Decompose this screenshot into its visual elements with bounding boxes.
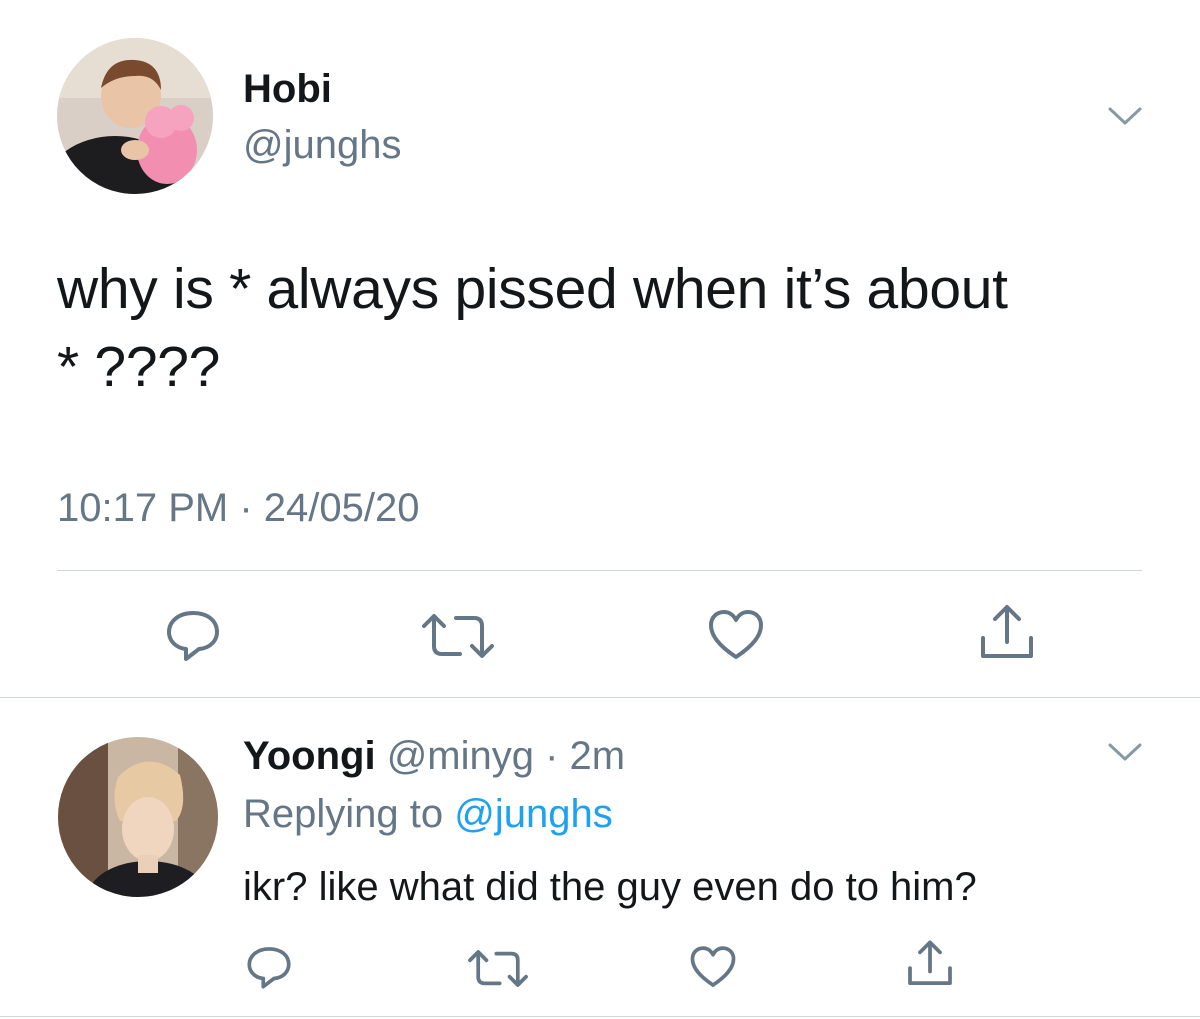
tweet-text: why is * always pissed when it’s about *… bbox=[57, 250, 1157, 406]
separator-dot: · bbox=[534, 734, 570, 778]
replying-to: Replying to @junghs bbox=[243, 790, 613, 838]
replying-to-mention[interactable]: @junghs bbox=[454, 792, 612, 836]
share-icon[interactable] bbox=[977, 602, 1037, 664]
reply-author-display-name[interactable]: Yoongi bbox=[243, 734, 376, 778]
reply-text: ikr? like what did the guy even do to hi… bbox=[243, 865, 977, 909]
retweet-icon[interactable] bbox=[418, 610, 498, 662]
author-handle[interactable]: @junghs bbox=[243, 122, 401, 168]
author-avatar[interactable] bbox=[57, 38, 213, 194]
reply-icon[interactable] bbox=[163, 607, 223, 663]
replying-to-label: Replying to bbox=[243, 792, 444, 836]
avatar-photo bbox=[57, 38, 213, 194]
reply-icon[interactable] bbox=[244, 944, 294, 990]
avatar-photo bbox=[58, 737, 218, 897]
tweet-text-line: why is * always pissed when it’s about bbox=[57, 257, 1008, 321]
like-icon[interactable] bbox=[688, 944, 738, 990]
reply-author-handle[interactable]: @minyg bbox=[387, 734, 534, 778]
divider bbox=[57, 570, 1142, 571]
retweet-icon[interactable] bbox=[465, 947, 531, 990]
chevron-down-icon[interactable] bbox=[1105, 740, 1145, 764]
share-icon[interactable] bbox=[905, 938, 955, 990]
tweet-text-line: * ???? bbox=[57, 335, 221, 399]
reply-header: Yoongi @minyg · 2m bbox=[243, 732, 625, 780]
divider bbox=[0, 697, 1200, 698]
tweet-timestamp[interactable]: 10:17 PM · 24/05/20 bbox=[57, 484, 419, 532]
reply-time[interactable]: 2m bbox=[570, 734, 626, 778]
chevron-down-icon[interactable] bbox=[1105, 104, 1145, 128]
reply-author-avatar[interactable] bbox=[58, 737, 218, 897]
divider bbox=[0, 1016, 1200, 1017]
author-display-name[interactable]: Hobi bbox=[243, 66, 332, 112]
like-icon[interactable] bbox=[706, 607, 766, 663]
